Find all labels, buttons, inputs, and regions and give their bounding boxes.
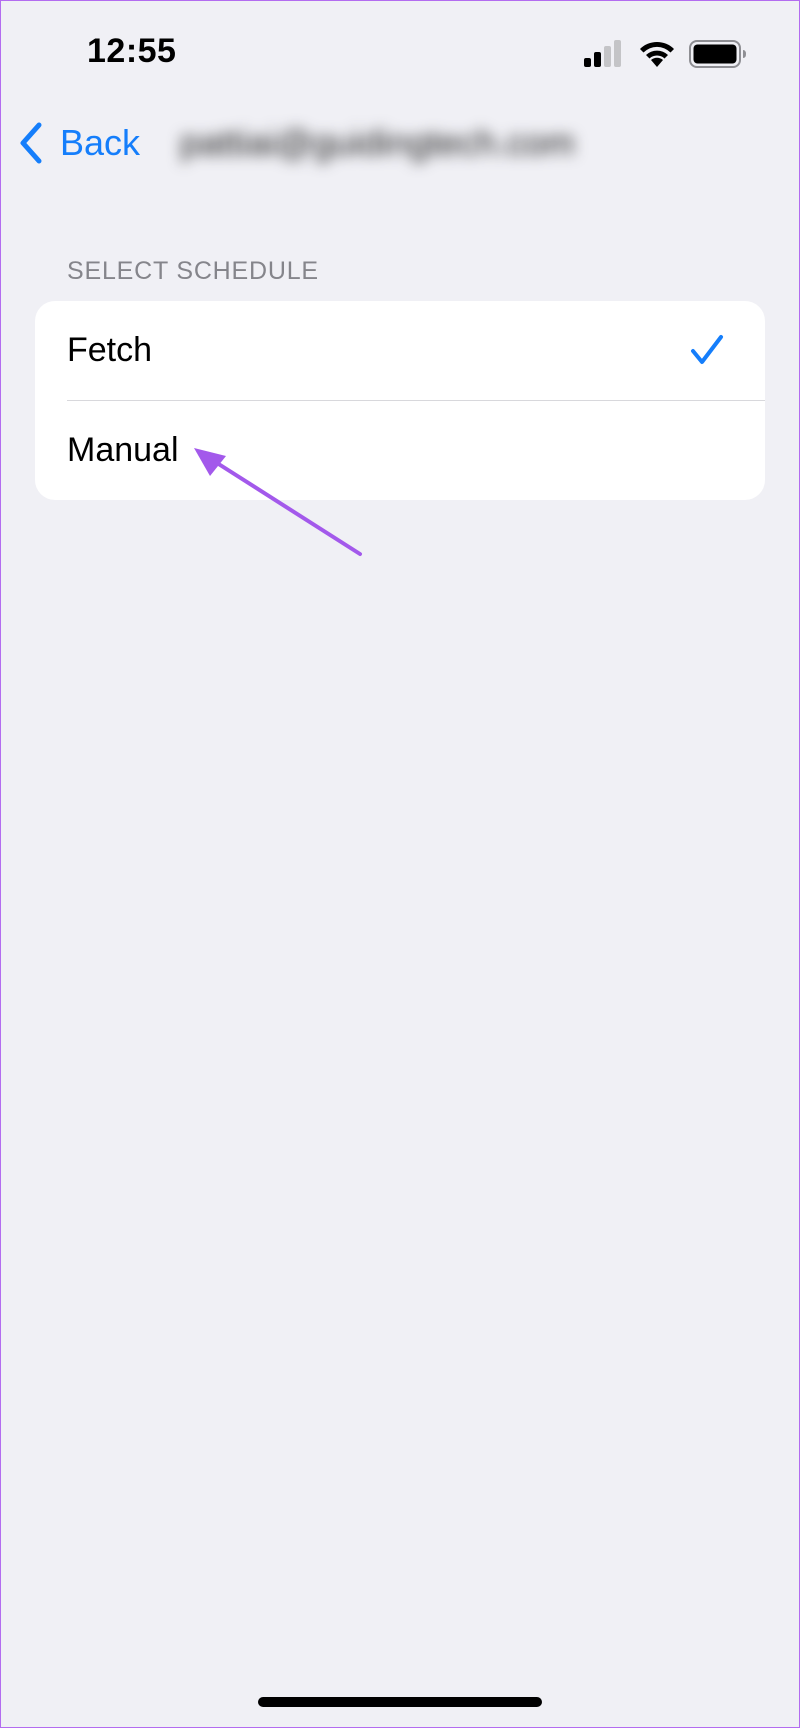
option-label: Fetch (67, 331, 153, 369)
option-label: Manual (67, 431, 179, 469)
chevron-left-icon (20, 122, 42, 164)
checkmark-icon (691, 335, 723, 364)
wifi-icon (640, 41, 674, 67)
schedule-options-list: Fetch Manual (35, 301, 765, 500)
battery-icon (689, 40, 746, 68)
option-manual[interactable]: Manual (35, 401, 765, 500)
annotation-arrow (194, 448, 362, 556)
section-header: SELECT SCHEDULE (67, 257, 319, 285)
nav-title-obscured: pattiai@guidingtech.com (180, 122, 575, 163)
home-indicator[interactable] (258, 1697, 542, 1707)
status-bar: 12:55 (0, 0, 800, 100)
back-button[interactable]: Back (18, 118, 140, 168)
cellular-signal-icon (584, 40, 621, 67)
back-label: Back (60, 122, 141, 163)
option-fetch[interactable]: Fetch (35, 301, 765, 400)
status-time: 12:55 (87, 32, 177, 70)
